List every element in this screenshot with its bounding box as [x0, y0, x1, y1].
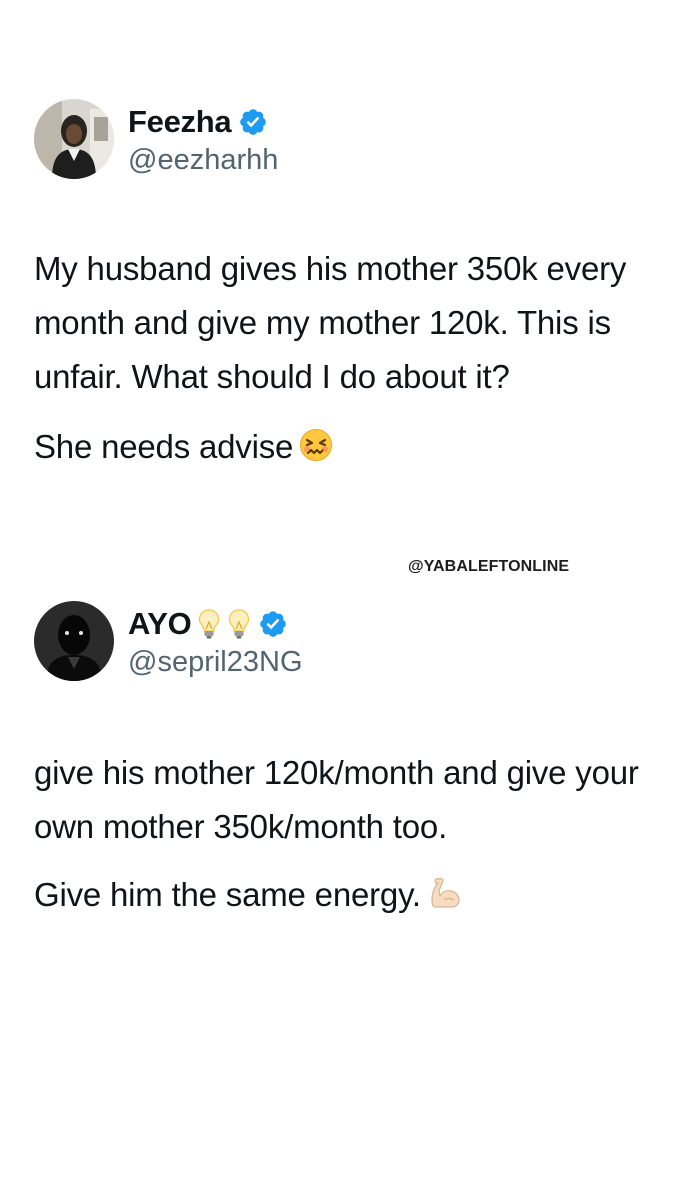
flexed-biceps-icon	[427, 872, 463, 926]
tweet-text-tail: Give him the same energy.	[34, 876, 421, 913]
tweet-text-line: Give him the same energy.	[34, 868, 654, 926]
light-bulb-icon	[227, 608, 251, 640]
user-info: Feezha @eezharhh	[128, 102, 278, 177]
name-row: AYO	[128, 604, 303, 644]
user-info: AYO @sepril23NG	[128, 604, 303, 679]
confounded-face-icon	[299, 424, 333, 478]
tweet-text: give his mother 120k/month and give your…	[34, 754, 648, 845]
name-row: Feezha	[128, 102, 278, 142]
display-name[interactable]: AYO	[128, 606, 192, 642]
tweet-text: My husband gives his mother 350k every m…	[34, 250, 636, 395]
tweet-header: Feezha @eezharhh	[34, 96, 654, 182]
avatar[interactable]	[34, 601, 114, 681]
tweet-header: AYO @sepril23NG	[34, 598, 654, 684]
watermark: @YABALEFTONLINE	[408, 558, 570, 575]
tweet-text-line: She needs advise	[34, 420, 654, 478]
display-name[interactable]: Feezha	[128, 104, 232, 140]
verified-badge-icon	[238, 107, 268, 137]
user-handle[interactable]: @sepril23NG	[128, 646, 303, 679]
tweet-ayo: AYO @sepril23NG give his mother 120k/mon…	[34, 598, 654, 926]
verified-badge-icon	[258, 609, 288, 639]
tweet-text-tail: She needs advise	[34, 428, 294, 465]
user-handle[interactable]: @eezharhh	[128, 144, 278, 177]
tweet-feezha: Feezha @eezharhh My husband gives his mo…	[34, 96, 654, 478]
light-bulb-icon	[197, 608, 221, 640]
avatar[interactable]	[34, 99, 114, 179]
